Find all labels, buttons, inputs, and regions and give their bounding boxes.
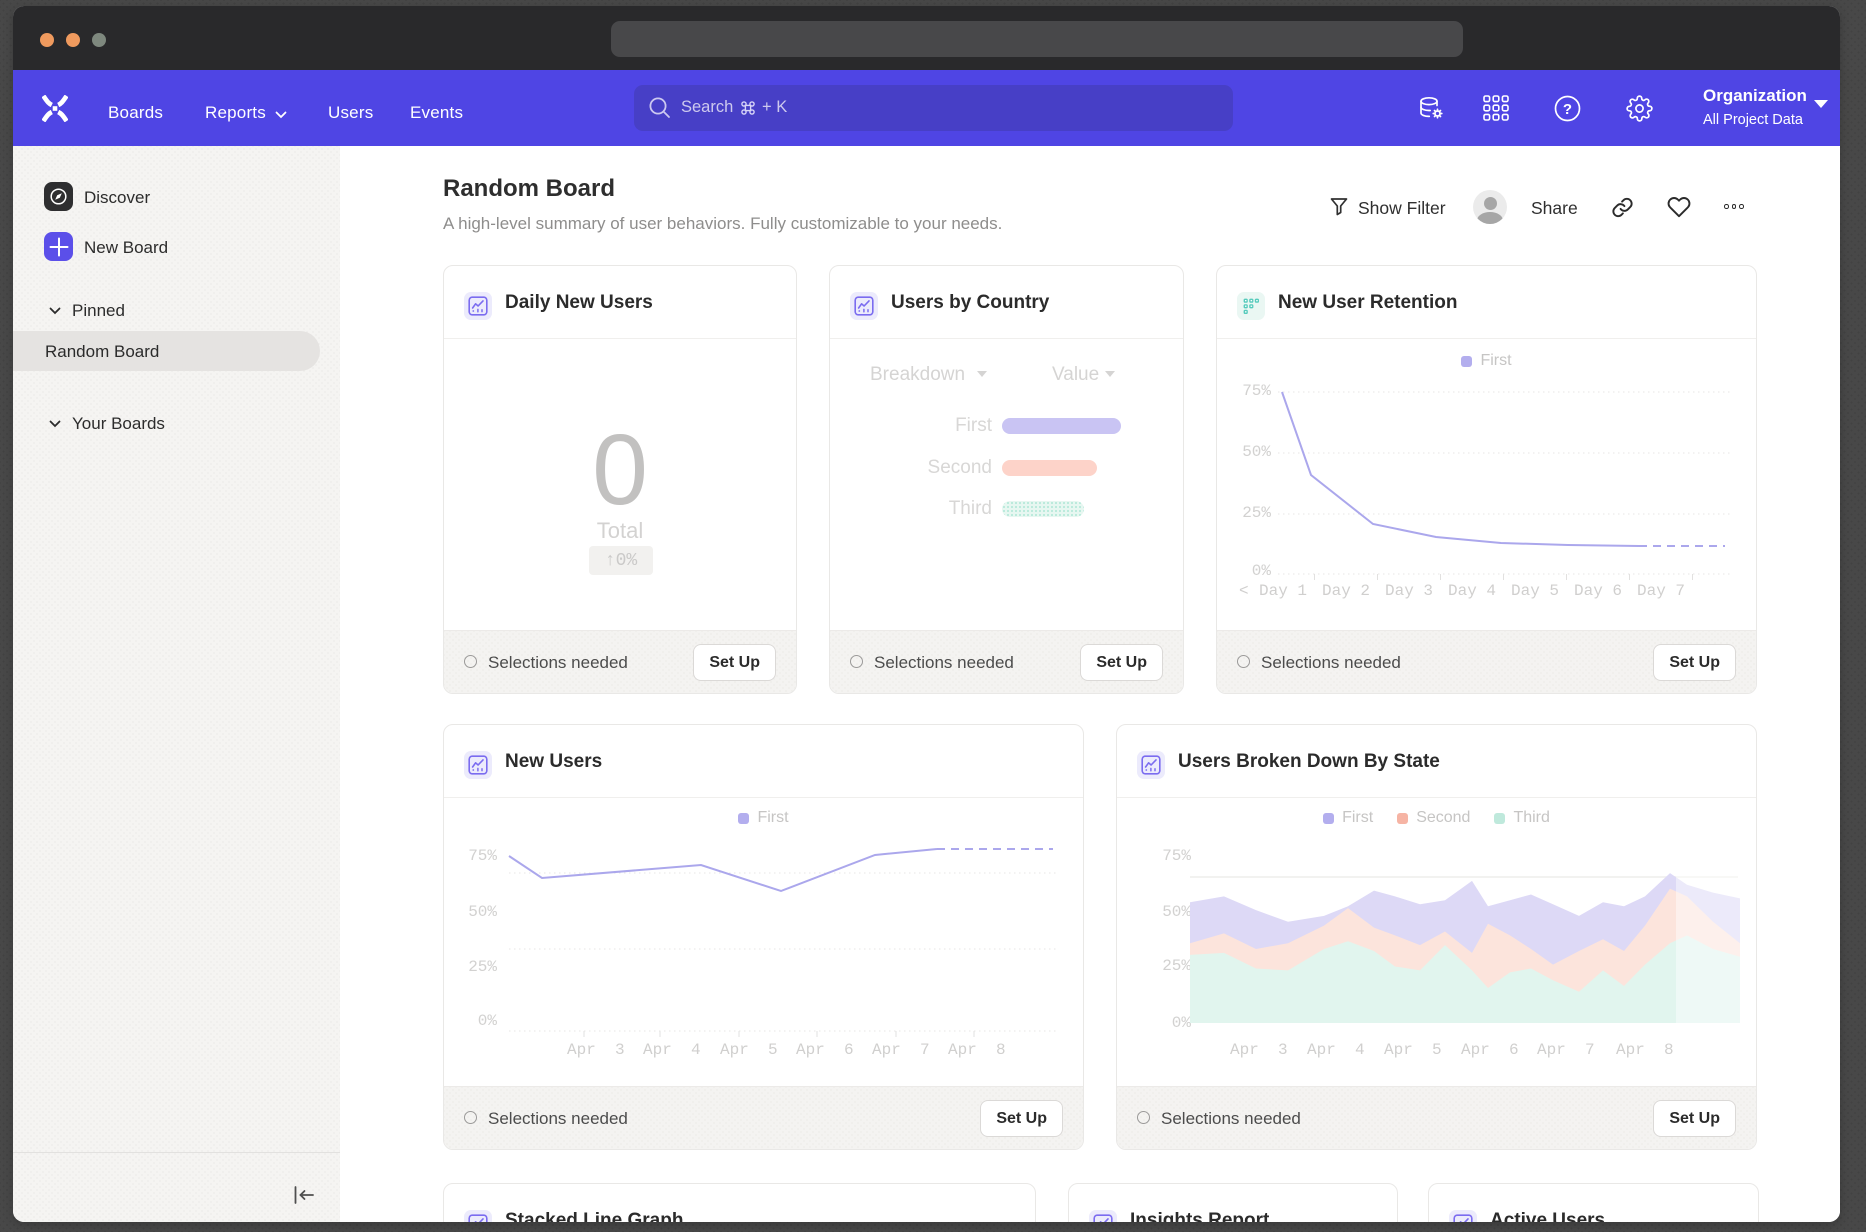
- svg-text:?: ?: [1563, 101, 1572, 118]
